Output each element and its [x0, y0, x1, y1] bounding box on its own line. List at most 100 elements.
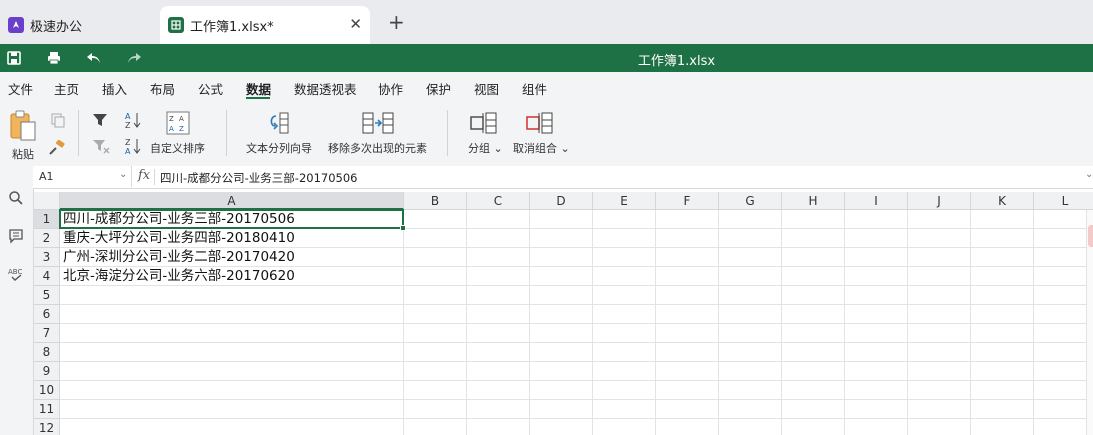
row-header[interactable]: 4 [34, 267, 60, 286]
cell-f1[interactable] [656, 210, 719, 229]
cell-j7[interactable] [908, 324, 971, 343]
cell-h12[interactable] [782, 419, 845, 435]
menu-file[interactable]: 文件 [8, 79, 33, 98]
cell-g11[interactable] [719, 400, 782, 419]
cell-e4[interactable] [593, 267, 656, 286]
text-to-columns-label[interactable]: 文本分列向导 [246, 140, 312, 156]
cell-k4[interactable] [971, 267, 1034, 286]
cell-l1[interactable] [1034, 210, 1093, 229]
cell-g10[interactable] [719, 381, 782, 400]
cell-d3[interactable] [530, 248, 593, 267]
remove-duplicates-icon[interactable] [362, 111, 394, 138]
cell-i5[interactable] [845, 286, 908, 305]
cell-e3[interactable] [593, 248, 656, 267]
paste-icon[interactable] [9, 110, 37, 145]
cell-a12[interactable] [60, 419, 404, 435]
cell-l10[interactable] [1034, 381, 1093, 400]
custom-sort-icon[interactable]: ZAAZ [166, 111, 190, 138]
remove-duplicates-label[interactable]: 移除多次出现的元素 [328, 140, 427, 156]
cell-j12[interactable] [908, 419, 971, 435]
chevron-down-icon[interactable]: ⌄ [119, 169, 127, 180]
cell-k10[interactable] [971, 381, 1034, 400]
cell-j10[interactable] [908, 381, 971, 400]
column-header-d[interactable]: D [530, 192, 593, 210]
cell-d12[interactable] [530, 419, 593, 435]
cell-g8[interactable] [719, 343, 782, 362]
cell-b10[interactable] [404, 381, 467, 400]
cell-j1[interactable] [908, 210, 971, 229]
cell-k5[interactable] [971, 286, 1034, 305]
cell-g7[interactable] [719, 324, 782, 343]
cell-l9[interactable] [1034, 362, 1093, 381]
column-header-i[interactable]: I [845, 192, 908, 210]
clear-filter-icon[interactable] [92, 138, 110, 157]
expand-formula-icon[interactable]: ⌄ [1085, 169, 1093, 180]
cell-h8[interactable] [782, 343, 845, 362]
cell-b4[interactable] [404, 267, 467, 286]
cell-d7[interactable] [530, 324, 593, 343]
row-header[interactable]: 8 [34, 343, 60, 362]
cell-h2[interactable] [782, 229, 845, 248]
menu-formula[interactable]: 公式 [198, 79, 223, 98]
tab-workbook[interactable]: 工作簿1.xlsx* ✕ [160, 6, 370, 44]
cell-g1[interactable] [719, 210, 782, 229]
cell-i4[interactable] [845, 267, 908, 286]
cell-l4[interactable] [1034, 267, 1093, 286]
cell-b1[interactable] [404, 210, 467, 229]
menu-components[interactable]: 组件 [522, 79, 547, 98]
column-header-g[interactable]: G [719, 192, 782, 210]
cell-k12[interactable] [971, 419, 1034, 435]
cell-k2[interactable] [971, 229, 1034, 248]
ungroup-label[interactable]: 取消组合 ⌄ [513, 140, 570, 156]
cell-c4[interactable] [467, 267, 530, 286]
ungroup-icon[interactable] [526, 111, 554, 138]
cell-b9[interactable] [404, 362, 467, 381]
cell-d2[interactable] [530, 229, 593, 248]
cell-e12[interactable] [593, 419, 656, 435]
menu-layout[interactable]: 布局 [150, 79, 175, 98]
cell-k6[interactable] [971, 305, 1034, 324]
cell-l5[interactable] [1034, 286, 1093, 305]
cell-k7[interactable] [971, 324, 1034, 343]
cell-i7[interactable] [845, 324, 908, 343]
cell-j8[interactable] [908, 343, 971, 362]
cell-i2[interactable] [845, 229, 908, 248]
cell-a5[interactable] [60, 286, 404, 305]
cell-b8[interactable] [404, 343, 467, 362]
sort-ascending-icon[interactable]: AZ [124, 111, 142, 132]
column-header-e[interactable]: E [593, 192, 656, 210]
format-painter-icon[interactable] [48, 139, 66, 159]
cell-f8[interactable] [656, 343, 719, 362]
cell-f2[interactable] [656, 229, 719, 248]
menu-collaborate[interactable]: 协作 [378, 79, 403, 98]
cell-l2[interactable] [1034, 229, 1093, 248]
function-icon[interactable]: fx [138, 168, 150, 183]
cell-f5[interactable] [656, 286, 719, 305]
cell-h1[interactable] [782, 210, 845, 229]
cell-a11[interactable] [60, 400, 404, 419]
cell-d11[interactable] [530, 400, 593, 419]
cell-i3[interactable] [845, 248, 908, 267]
column-header-j[interactable]: J [908, 192, 971, 210]
row-header[interactable]: 7 [34, 324, 60, 343]
cell-h3[interactable] [782, 248, 845, 267]
cell-c8[interactable] [467, 343, 530, 362]
cell-e5[interactable] [593, 286, 656, 305]
cell-i10[interactable] [845, 381, 908, 400]
row-header[interactable]: 3 [34, 248, 60, 267]
column-header-a[interactable]: A [60, 192, 404, 210]
column-header-k[interactable]: K [971, 192, 1034, 210]
cell-h6[interactable] [782, 305, 845, 324]
cell-j9[interactable] [908, 362, 971, 381]
cell-e9[interactable] [593, 362, 656, 381]
cell-i12[interactable] [845, 419, 908, 435]
column-header-b[interactable]: B [404, 192, 467, 210]
cell-c11[interactable] [467, 400, 530, 419]
cell-i11[interactable] [845, 400, 908, 419]
comment-icon[interactable] [8, 228, 24, 244]
cell-l12[interactable] [1034, 419, 1093, 435]
column-header-h[interactable]: H [782, 192, 845, 210]
cell-e7[interactable] [593, 324, 656, 343]
cell-a2[interactable]: 重庆-大坪分公司-业务四部-20180410 [60, 229, 404, 248]
cell-c3[interactable] [467, 248, 530, 267]
